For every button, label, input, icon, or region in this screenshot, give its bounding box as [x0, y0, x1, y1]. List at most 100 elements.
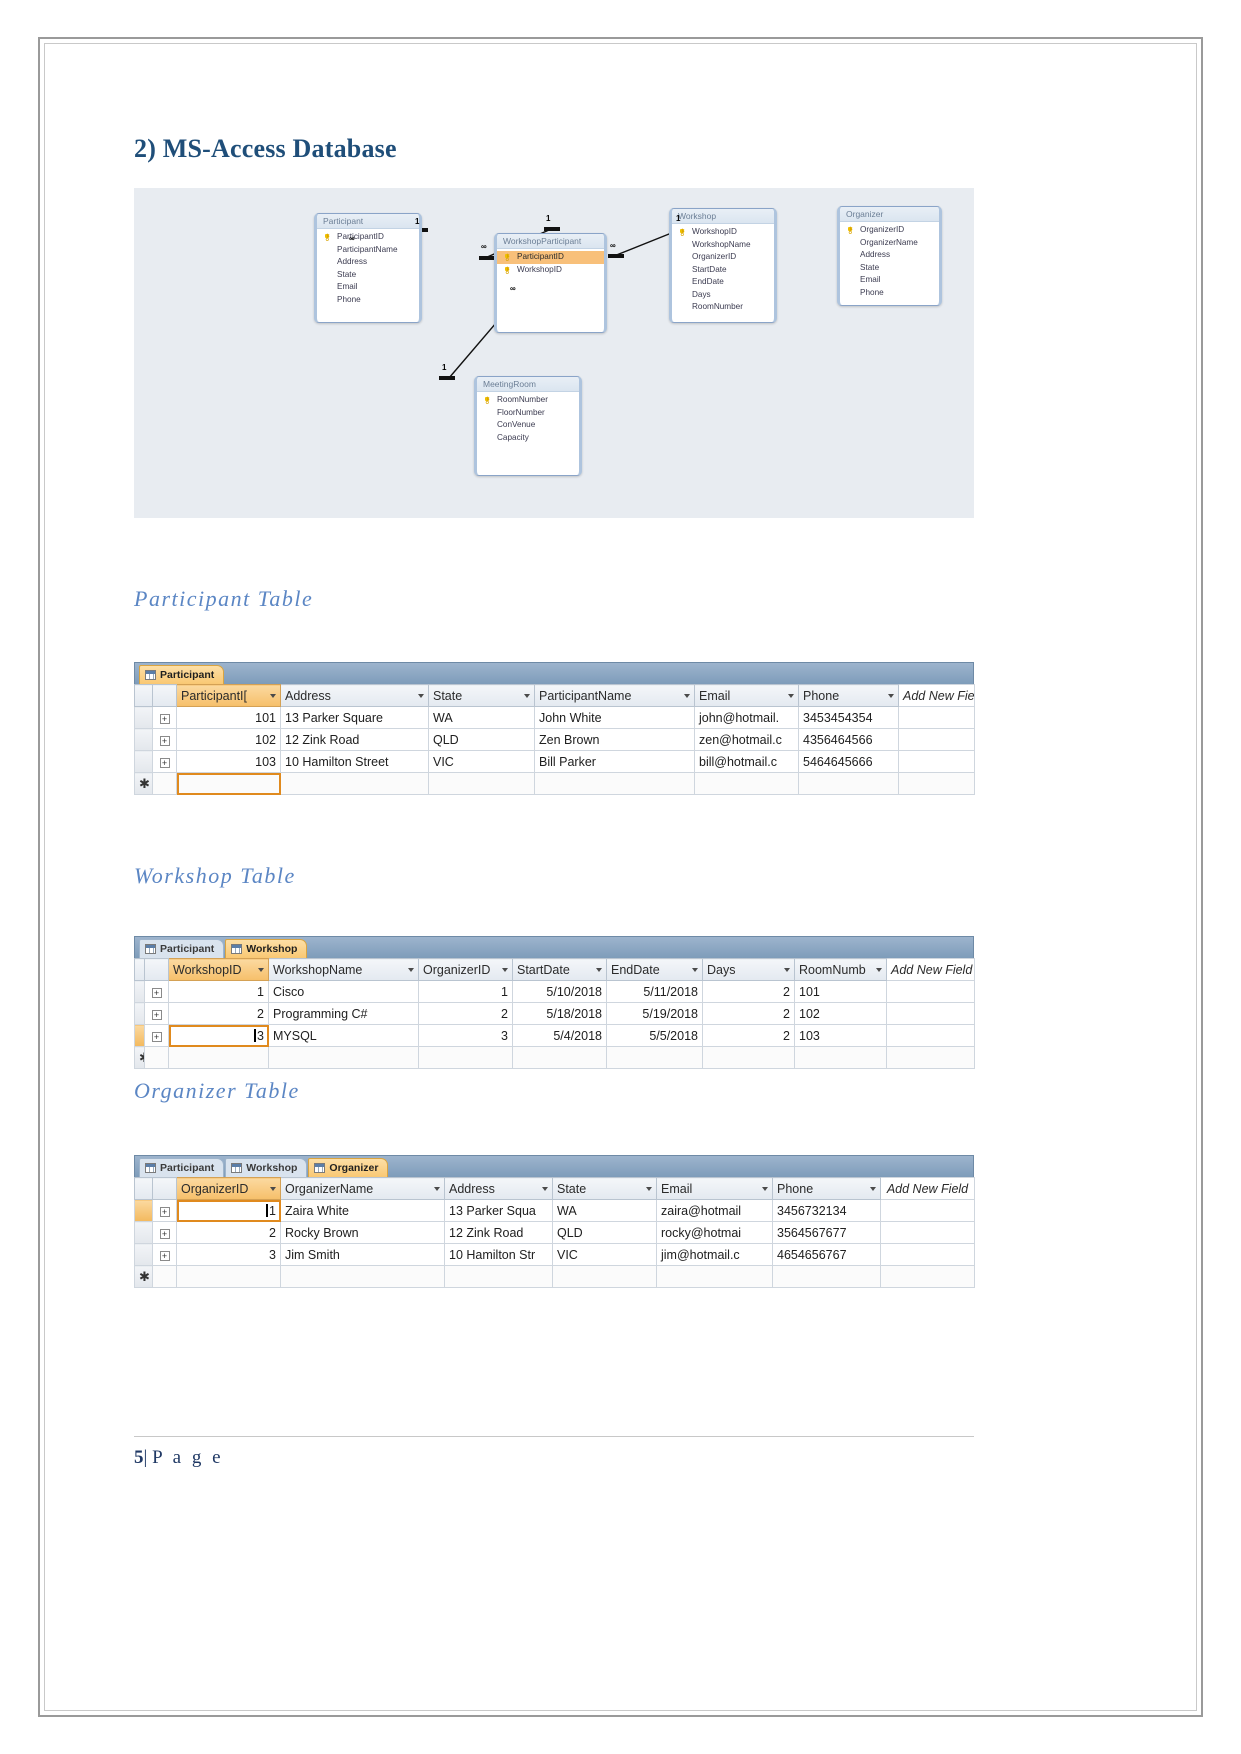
table-row[interactable]: + 1 Cisco 1 5/10/2018 5/11/2018 2 101 [134, 980, 975, 1003]
cell-phone[interactable]: 3456732134 [772, 1199, 881, 1222]
row-expand-cell[interactable]: + [152, 750, 177, 773]
cell-organizerid[interactable]: 1 [176, 1199, 281, 1222]
new-record-cell[interactable] [798, 772, 899, 795]
column-header-startdate[interactable]: StartDate [512, 958, 607, 981]
cell-organizername[interactable]: Jim Smith [280, 1243, 445, 1266]
cell-email[interactable]: zen@hotmail.c [694, 728, 799, 751]
tab-participant[interactable]: Participant [139, 939, 225, 958]
new-record-cell[interactable] [534, 772, 695, 795]
cell-enddate[interactable]: 5/5/2018 [606, 1024, 703, 1047]
cell-participantname[interactable]: Zen Brown [534, 728, 695, 751]
chevron-down-icon[interactable] [408, 967, 414, 972]
cell-roomnumber[interactable]: 103 [794, 1024, 887, 1047]
column-header-state[interactable]: State [428, 684, 535, 707]
column-header-phone[interactable]: Phone [798, 684, 899, 707]
new-record-cell[interactable] [444, 1265, 553, 1288]
new-record-row[interactable]: ✱ [134, 772, 975, 795]
column-header-organizerid[interactable]: OrganizerID [176, 1177, 281, 1200]
cell-email[interactable]: john@hotmail. [694, 706, 799, 729]
column-header-organizerid[interactable]: OrganizerID [418, 958, 513, 981]
cell-participantid[interactable]: 102 [176, 728, 281, 751]
entity-box-meetingroom[interactable]: MeetingRoom ⚷ RoomNumber FloorNumber ConV… [474, 376, 582, 476]
row-selector[interactable] [134, 1221, 153, 1244]
cell-days[interactable]: 2 [702, 980, 795, 1003]
tab-participant[interactable]: Participant [139, 1158, 225, 1177]
table-row[interactable]: + 101 13 Parker Square WA John White joh… [134, 706, 975, 729]
cell-email[interactable]: jim@hotmail.c [656, 1243, 773, 1266]
new-record-cell[interactable] [772, 1265, 881, 1288]
chevron-down-icon[interactable] [418, 693, 424, 698]
tab-participant[interactable]: Participant [139, 665, 225, 684]
column-header-email[interactable]: Email [694, 684, 799, 707]
cell-organizerid[interactable]: 2 [176, 1221, 281, 1244]
row-selector-current[interactable] [134, 1024, 145, 1047]
cell-state[interactable]: WA [552, 1199, 657, 1222]
new-record-marker[interactable]: ✱ [134, 1046, 145, 1069]
cell-state[interactable]: QLD [428, 728, 535, 751]
cell-workshopid[interactable]: 3 [168, 1024, 269, 1047]
cell-organizerid[interactable]: 3 [176, 1243, 281, 1266]
column-header-workshopid[interactable]: WorkshopID [168, 958, 269, 981]
cell-email[interactable]: rocky@hotmai [656, 1221, 773, 1244]
row-expand-cell[interactable]: + [144, 1024, 169, 1047]
column-header-phone[interactable]: Phone [772, 1177, 881, 1200]
chevron-down-icon[interactable] [434, 1186, 440, 1191]
cell-participantid[interactable]: 101 [176, 706, 281, 729]
cell-roomnumber[interactable]: 101 [794, 980, 887, 1003]
chevron-down-icon[interactable] [784, 967, 790, 972]
cell-address[interactable]: 12 Zink Road [280, 728, 429, 751]
chevron-down-icon[interactable] [596, 967, 602, 972]
cell-state[interactable]: VIC [428, 750, 535, 773]
cell-organizerid[interactable]: 2 [418, 1002, 513, 1025]
cell-address[interactable]: 13 Parker Squa [444, 1199, 553, 1222]
cell-address[interactable]: 10 Hamilton Street [280, 750, 429, 773]
table-row[interactable]: + 2 Rocky Brown 12 Zink Road QLD rocky@h… [134, 1221, 975, 1244]
row-expand-cell[interactable]: + [144, 980, 169, 1003]
cell-organizerid[interactable]: 1 [418, 980, 513, 1003]
cell-address[interactable]: 13 Parker Square [280, 706, 429, 729]
row-expand-cell[interactable]: + [152, 1199, 177, 1222]
expand-icon[interactable]: + [151, 987, 162, 998]
new-record-marker[interactable]: ✱ [134, 1265, 153, 1288]
new-record-cell[interactable] [176, 772, 281, 795]
expand-icon[interactable]: + [159, 735, 170, 746]
new-record-cell[interactable] [268, 1046, 419, 1069]
expand-icon[interactable]: + [151, 1009, 162, 1020]
new-record-cell[interactable] [552, 1265, 657, 1288]
cell-state[interactable]: WA [428, 706, 535, 729]
row-selector[interactable] [134, 980, 145, 1003]
cell-phone[interactable]: 4356464566 [798, 728, 899, 751]
new-record-cell[interactable] [418, 1046, 513, 1069]
chevron-down-icon[interactable] [270, 1186, 276, 1191]
row-selector[interactable] [134, 1243, 153, 1266]
cell-roomnumber[interactable]: 102 [794, 1002, 887, 1025]
cell-workshopname[interactable]: Programming C# [268, 1002, 419, 1025]
chevron-down-icon[interactable] [692, 967, 698, 972]
column-header-state[interactable]: State [552, 1177, 657, 1200]
column-header-add-new-field[interactable]: Add New Field [880, 1177, 975, 1200]
column-header-days[interactable]: Days [702, 958, 795, 981]
column-header-enddate[interactable]: EndDate [606, 958, 703, 981]
chevron-down-icon[interactable] [876, 967, 882, 972]
table-row[interactable]: + 1 Zaira White 13 Parker Squa WA zaira@… [134, 1199, 975, 1222]
column-header-workshopname[interactable]: WorkshopName [268, 958, 419, 981]
cell-state[interactable]: VIC [552, 1243, 657, 1266]
tab-workshop[interactable]: Workshop [225, 939, 308, 958]
chevron-down-icon[interactable] [258, 967, 264, 972]
cell-phone[interactable]: 4654656767 [772, 1243, 881, 1266]
cell-workshopid[interactable]: 1 [168, 980, 269, 1003]
cell-organizername[interactable]: Rocky Brown [280, 1221, 445, 1244]
expand-icon[interactable]: + [159, 1250, 170, 1261]
chevron-down-icon[interactable] [788, 693, 794, 698]
new-record-row[interactable]: ✱ [134, 1046, 975, 1069]
new-record-cell[interactable] [656, 1265, 773, 1288]
column-header-add-new-field[interactable]: Add New Field [898, 684, 975, 707]
chevron-down-icon[interactable] [502, 967, 508, 972]
select-all-corner[interactable] [134, 958, 145, 981]
expand-icon[interactable]: + [151, 1031, 162, 1042]
cell-days[interactable]: 2 [702, 1002, 795, 1025]
row-selector[interactable] [134, 750, 153, 773]
row-selector[interactable] [134, 706, 153, 729]
expand-icon[interactable]: + [159, 757, 170, 768]
cell-organizername[interactable]: Zaira White [280, 1199, 445, 1222]
